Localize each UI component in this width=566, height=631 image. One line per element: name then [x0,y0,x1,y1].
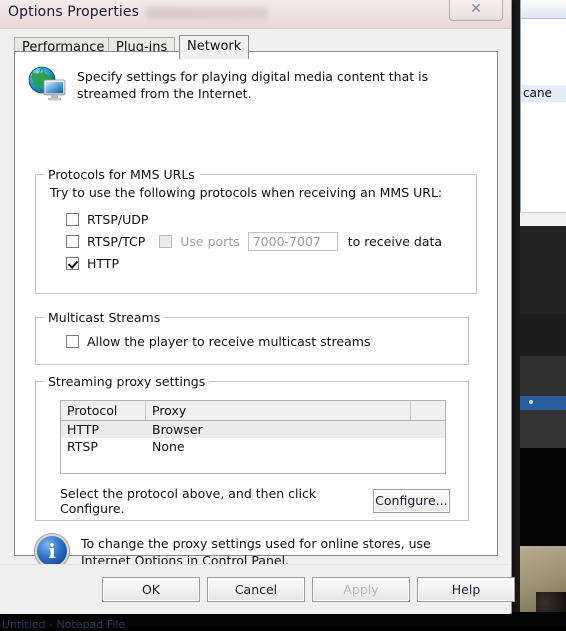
column-header-blank[interactable] [411,401,445,420]
background-window-titlebar [521,0,566,19]
background-dark-panel-2 [520,314,566,356]
background-black-area [520,448,566,546]
streaming-proxy-group-title: Streaming proxy settings [44,374,210,389]
dialog-title: Options Properties [8,4,140,20]
checkbox-row-rtsp-tcp[interactable]: RTSP/TCP Use ports 7000-7007 to receive … [36,230,476,252]
panel-header-text: Specify settings for playing digital med… [77,69,429,101]
cell-proxy: None [152,439,185,454]
port-range-input[interactable]: 7000-7007 [247,231,338,251]
rtsp-tcp-label: RTSP/TCP [87,233,146,249]
titlebar-blurred-region [146,7,268,19]
apply-button: Apply [312,577,410,602]
dialog-footer: OK Cancel Apply Help [0,564,515,614]
cell-protocol: RTSP [67,439,98,454]
protocols-group: Protocols for MMS URLs Try to use the fo… [35,167,477,294]
dialog-titlebar[interactable]: Options Properties ✕ [0,0,511,29]
proxy-table-header: Protocol Proxy [61,401,445,421]
info-icon [35,534,69,568]
cancel-button[interactable]: Cancel [207,577,305,602]
table-row[interactable]: RTSP None [61,438,445,455]
rtsp-udp-checkbox[interactable] [66,212,79,226]
proxy-hint-text: Select the protocol above, and then clic… [60,486,317,516]
background-window-text: cane [521,85,566,102]
checkbox-row-multicast[interactable]: Allow the player to receive multicast st… [36,330,468,352]
ok-button[interactable]: OK [102,577,200,602]
background-selected-row[interactable] [520,396,566,410]
use-ports-checkbox [159,234,173,248]
rtsp-tcp-checkbox[interactable] [66,234,79,248]
checkbox-row-rtsp-udp[interactable]: RTSP/UDP [36,208,476,230]
multicast-group-title: Multicast Streams [44,310,165,325]
options-properties-dialog: Options Properties ✕ Performance Plug-in… [0,0,515,614]
http-checkbox[interactable] [66,256,79,270]
background-dark-panel-3 [520,356,566,396]
network-tab-panel: Specify settings for playing digital med… [14,51,498,568]
background-dark-panel-4 [520,410,566,448]
multicast-group: Multicast Streams Allow the player to re… [35,310,469,365]
close-button[interactable]: ✕ [449,0,503,21]
help-button[interactable]: Help [417,577,515,602]
background-window[interactable]: cane [520,0,566,244]
close-icon: ✕ [470,1,482,17]
streaming-proxy-group: Streaming proxy settings Protocol Proxy … [35,374,469,521]
panel-header: Specify settings for playing digital med… [15,52,497,102]
receive-data-label: to receive data [347,233,443,249]
background-dark-panel-1 [520,226,566,314]
tab-network[interactable]: Network [179,35,250,59]
use-ports-label: Use ports [180,233,240,249]
multicast-label: Allow the player to receive multicast st… [87,333,371,349]
http-label: HTTP [87,255,119,271]
taskbar-text: Untitled - Notepad File [2,618,126,631]
checkbox-row-http[interactable]: HTTP [36,252,476,274]
globe-monitor-icon [27,66,67,102]
proxy-footer: Select the protocol above, and then clic… [60,486,450,516]
table-row[interactable]: HTTP Browser [61,421,445,438]
multicast-checkbox[interactable] [66,334,79,348]
proxy-table[interactable]: Protocol Proxy HTTP Browser RTSP None [60,400,446,474]
rtsp-udp-label: RTSP/UDP [87,211,149,227]
cell-proxy: Browser [152,422,203,437]
background-selection-dot [529,400,533,404]
configure-button[interactable]: Configure... [372,489,450,513]
column-header-protocol[interactable]: Protocol [61,401,146,420]
background-window-body: cane [521,19,566,225]
cell-protocol: HTTP [67,422,99,437]
column-header-proxy[interactable]: Proxy [146,401,411,420]
protocols-group-title: Protocols for MMS URLs [44,167,199,182]
